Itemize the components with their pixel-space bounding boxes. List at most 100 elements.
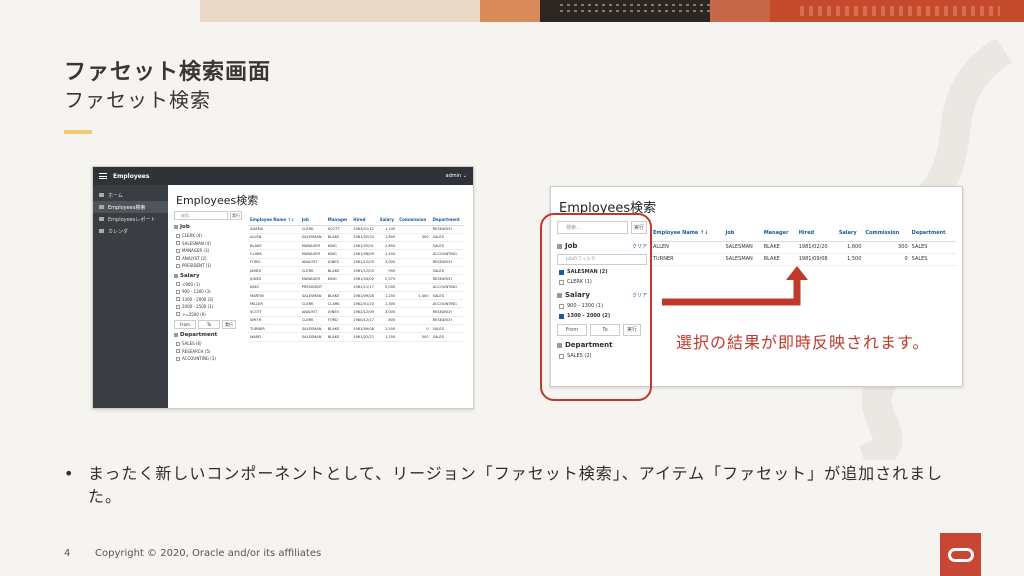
table-cell: SALES [430,291,464,301]
facet-option[interactable]: 2000 - 2500 (1) [174,303,242,311]
table-cell: 800 [377,316,398,326]
hamburger-menu-icon[interactable] [99,173,107,179]
column-header[interactable]: Employee Name ↑↓ [651,225,724,242]
facet-label: Department [180,332,218,338]
column-header[interactable]: Manager [761,225,797,242]
table-cell: 2,450 [377,249,398,259]
facet-option[interactable]: CLERK (4) [174,232,242,240]
home-icon [99,193,104,197]
facet-option-label: >=2500 (6) [182,311,206,317]
table-cell [397,274,431,284]
nav-item-employees-search[interactable]: Employees検索 [93,201,168,213]
nav-item-calendar[interactable]: カレンダ [93,225,168,237]
column-header[interactable]: Job [299,215,326,226]
salary-from-input[interactable]: From [174,320,196,329]
column-header[interactable]: Commission [863,225,910,242]
checkbox[interactable] [176,233,180,238]
accent-bar [64,130,92,134]
facet-option-label: 2000 - 2500 (1) [182,304,214,310]
facet-option-label: 900 - 1300 (3) [182,289,211,295]
table-cell: SCOTT [325,225,352,234]
facet-option-label: CLERK (4) [182,233,202,239]
facet-option[interactable]: <900 (1) [174,281,242,289]
table-cell [397,299,431,309]
screenshot-full-page: Employees admin ⌄ ホーム Employees検索 Employ… [92,166,474,409]
salary-apply-button[interactable]: 実行 [222,320,236,329]
table-cell: 1981/09/08 [351,324,378,334]
checkbox[interactable] [176,297,180,302]
salary-to-input[interactable]: To [198,320,220,329]
checkbox[interactable] [176,263,180,268]
table-cell: BLAKE [761,241,797,254]
facet-option[interactable]: SALES (6) [174,340,242,348]
facet-option[interactable]: SALESMAN (4) [174,240,242,248]
facet-option[interactable]: ANALYST (2) [174,255,242,263]
checkbox[interactable] [176,349,180,354]
facet-option-label: MANAGER (3) [182,248,210,254]
facet-option[interactable]: ACCOUNTING (3) [174,355,242,363]
checkbox[interactable] [176,341,180,346]
facet-option-label: 1300 - 2000 (3) [182,296,214,302]
table-cell: JONES [325,258,352,268]
table-cell: CLERK [299,316,326,326]
checkbox[interactable] [176,304,180,309]
table-cell: SALES [430,233,464,243]
column-header[interactable]: Job [723,225,762,242]
nav-item-home[interactable]: ホーム [93,189,168,201]
table-cell [325,283,352,292]
table-cell: 1,300 [377,299,398,309]
facet-option[interactable]: 900 - 1300 (3) [174,288,242,296]
table-row: MILLER CLERK CLARK 1982/01/23 1,300 ACCOUNTIN… [248,299,464,309]
column-header[interactable]: Hired [796,225,837,242]
checkbox[interactable] [176,289,180,294]
column-header[interactable]: Commission [397,215,431,226]
checkbox[interactable] [176,282,180,287]
table-cell: ALLEN [651,241,724,254]
facet-option[interactable]: 1300 - 2000 (3) [174,296,242,304]
search-input[interactable]: 検索... [174,211,228,220]
column-header[interactable]: Department [909,225,956,242]
facet-header-department[interactable]: Department [174,332,242,338]
table-cell: MILLER [248,299,300,309]
table-cell: RESEARCH [430,258,464,268]
facet-header-salary[interactable]: Salary [174,273,242,279]
table-cell: KING [248,283,300,292]
column-header[interactable]: Salary [836,225,864,242]
column-header[interactable]: Hired [351,215,378,226]
column-header[interactable]: Employee Name ↑↓ [248,215,300,226]
checkbox[interactable] [176,248,180,253]
table-cell [397,241,431,251]
table-cell: 3,000 [377,258,398,268]
table-cell: 1,500 [836,253,864,266]
facet-option[interactable]: RESEARCH (5) [174,348,242,356]
table-cell [397,307,431,317]
facet-option-label: ACCOUNTING (3) [182,356,216,362]
table-cell: 1981/11/17 [351,283,378,292]
table-row: BLAKE MANAGER KING 1981/05/01 2,850 SALES [248,241,464,251]
facet-option[interactable]: PRESIDENT (1) [174,262,242,270]
checkbox[interactable] [176,241,180,246]
table-cell: 2,975 [377,274,398,284]
table-cell: BLAKE [325,266,352,276]
filtered-employees-table: Employee Name ↑↓ Job Manager Hired Salary Com… [651,225,956,266]
checkbox[interactable] [176,256,180,261]
checkbox[interactable] [176,312,180,317]
checkbox[interactable] [176,356,180,361]
right-arrow-icon [662,266,808,306]
column-header[interactable]: Department [430,215,464,226]
search-button[interactable]: 実行 [230,211,242,220]
table-cell: SALESMAN [299,233,326,243]
table-cell: SALESMAN [299,291,326,301]
facet-option-label: ANALYST (2) [182,255,207,261]
facet-option[interactable]: MANAGER (3) [174,247,242,255]
facet-panel: 検索... 実行 Job CLERK (4) SALESMAN (4) MANAGE… [174,211,242,363]
facet-header-job[interactable]: Job [174,224,242,230]
nav-item-employees-report[interactable]: Employeesレポート [93,213,168,225]
column-header[interactable]: Salary [377,215,398,226]
column-header[interactable]: Manager [325,215,352,226]
table-cell: MANAGER [299,274,326,284]
facet-option[interactable]: >=2500 (6) [174,311,242,319]
page-number: 4 [64,548,71,559]
user-menu[interactable]: admin ⌄ [446,173,467,179]
table-cell: BLAKE [325,291,352,301]
